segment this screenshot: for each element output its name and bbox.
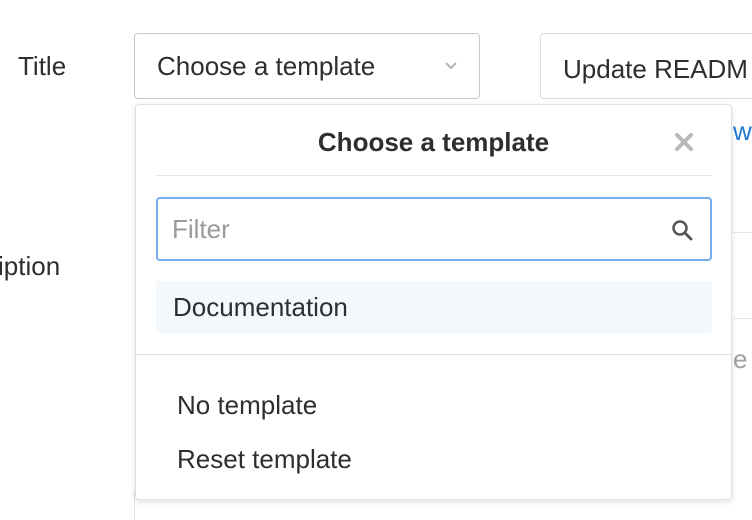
title-input[interactable]: Update READM — [540, 33, 752, 99]
title-label: Title — [18, 51, 67, 81]
reset-template-item[interactable]: Reset template — [177, 444, 352, 475]
no-template-item[interactable]: No template — [177, 390, 317, 421]
dropdown-title: Choose a template — [317, 127, 550, 157]
dropdown-item-documentation[interactable]: Documentation — [156, 281, 712, 333]
filter-input[interactable] — [158, 199, 710, 259]
dropdown-divider — [156, 175, 711, 176]
text-fragment: e — [733, 344, 748, 374]
description-label: iption — [0, 251, 61, 281]
filter-field[interactable] — [156, 197, 712, 261]
field-divider — [733, 318, 752, 319]
close-icon[interactable] — [673, 131, 695, 153]
link-fragment[interactable]: wi — [733, 116, 752, 147]
template-dropdown: Choose a template Documentation No templ… — [135, 104, 732, 500]
merge-request-form: Title iption Choose a template Update RE… — [0, 0, 752, 520]
search-icon — [672, 220, 693, 241]
template-select-button[interactable]: Choose a template — [134, 33, 480, 99]
template-select-label: Choose a template — [157, 50, 376, 81]
dropdown-divider — [136, 354, 731, 355]
field-divider — [733, 232, 752, 233]
chevron-down-icon — [445, 62, 457, 70]
